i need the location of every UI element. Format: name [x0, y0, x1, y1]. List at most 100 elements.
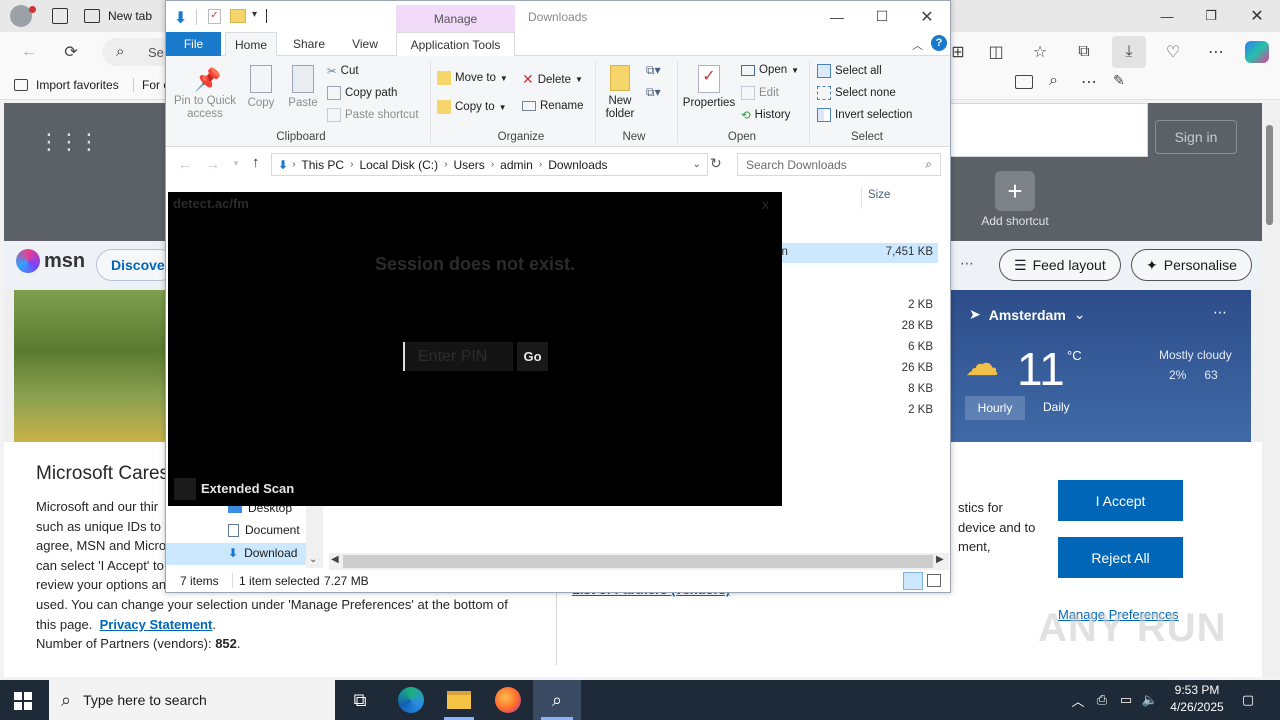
nav-back-icon[interactable]: ←: [178, 156, 192, 172]
move-to-button[interactable]: Move to ▼: [437, 71, 508, 85]
address-breadcrumb[interactable]: ⬇ › This PC › Local Disk (C:) › Users › …: [271, 153, 708, 176]
copy-button[interactable]: Copy: [242, 63, 280, 110]
nav-scroll-down-icon[interactable]: ⌄: [309, 554, 317, 565]
search-app-taskbar-icon[interactable]: ⌕: [534, 680, 580, 720]
easy-access-icon[interactable]: ⧉▾: [646, 85, 661, 100]
tray-overflow-icon[interactable]: ︿: [1066, 680, 1090, 720]
crumb-local-disk[interactable]: Local Disk (C:): [353, 158, 444, 172]
downloads-icon[interactable]: ⤓: [1112, 36, 1146, 68]
help-icon[interactable]: ?: [931, 35, 947, 51]
performance-icon[interactable]: ♡: [1160, 40, 1186, 64]
task-view-icon[interactable]: ⧉: [337, 680, 383, 720]
firefox-taskbar-icon[interactable]: [485, 680, 531, 720]
crumb-downloads[interactable]: Downloads: [542, 158, 613, 172]
explorer-minimize-button[interactable]: —: [814, 1, 860, 32]
app-launcher-icon[interactable]: ⋮⋮⋮: [38, 129, 100, 155]
copy-to-button[interactable]: Copy to ▼: [437, 100, 507, 114]
flyout-search-icon[interactable]: ⌕: [1049, 72, 1058, 90]
tab-share[interactable]: Share: [284, 32, 334, 56]
ribbon-collapse-icon[interactable]: ︿: [912, 37, 923, 53]
tab-application-tools[interactable]: Application Tools: [396, 32, 515, 56]
tab-file[interactable]: File: [166, 32, 221, 56]
qat-dropdown-icon[interactable]: ▾: [252, 9, 257, 20]
paste-button[interactable]: Paste: [284, 63, 322, 110]
explorer-maximize-button[interactable]: ☐: [859, 1, 905, 32]
scroll-left-icon[interactable]: ◀: [331, 554, 339, 565]
crumb-users[interactable]: Users: [447, 158, 490, 172]
new-folder-button[interactable]: New folder: [600, 63, 640, 121]
reject-all-button[interactable]: Reject All: [1058, 537, 1183, 578]
volume-icon[interactable]: 🔈: [1138, 680, 1162, 720]
select-all-button[interactable]: Select all: [817, 64, 882, 78]
tray-device-icon[interactable]: ⎙: [1090, 680, 1114, 720]
pin-input[interactable]: Enter PIN: [403, 342, 513, 371]
discover-button[interactable]: Discover: [96, 249, 176, 281]
cut-button[interactable]: ✂ Cut: [327, 64, 359, 78]
manage-context-tab[interactable]: Manage: [396, 5, 515, 32]
pin-quick-access-button[interactable]: 📌 Pin to Quick access: [174, 63, 236, 121]
feed-more-icon[interactable]: ⋯: [960, 255, 974, 272]
tab-actions-icon[interactable]: [52, 8, 68, 24]
scrollbar-thumb[interactable]: [1266, 125, 1273, 225]
network-icon[interactable]: ▭: [1114, 680, 1138, 720]
more-menu-icon[interactable]: ⋯: [1203, 40, 1229, 64]
details-view-icon[interactable]: [903, 572, 923, 590]
explorer-close-button[interactable]: ✕: [904, 1, 950, 32]
open-button[interactable]: Open ▼: [741, 64, 799, 76]
favorites-star-icon[interactable]: ☆: [1027, 40, 1053, 64]
refresh-path-icon[interactable]: ↻: [710, 155, 722, 172]
hscroll-thumb[interactable]: [343, 555, 933, 568]
paste-shortcut-button[interactable]: Paste shortcut: [327, 108, 419, 122]
invert-selection-button[interactable]: Invert selection: [817, 108, 912, 122]
taskbar-search[interactable]: ⌕ Type here to search: [49, 680, 335, 720]
search-downloads-input[interactable]: Search Downloads ⌕: [737, 153, 941, 176]
favorite-folder[interactable]: For c: [133, 78, 169, 92]
edge-tab-newtab[interactable]: New tab: [84, 2, 152, 30]
page-scrollbar[interactable]: [1262, 103, 1280, 677]
large-icons-view-icon[interactable]: [927, 574, 941, 587]
back-arrow-icon[interactable]: ←: [16, 40, 42, 64]
import-favorites[interactable]: Import favorites: [14, 78, 119, 92]
nav-item-documents[interactable]: Document: [228, 523, 300, 537]
nav-forward-icon[interactable]: →: [206, 156, 220, 172]
edge-minimize-button[interactable]: —: [1144, 0, 1190, 32]
add-shortcut-button[interactable]: +: [995, 171, 1035, 211]
privacy-statement-link[interactable]: Privacy Statement: [100, 617, 213, 632]
properties-qat-icon[interactable]: ✓: [208, 9, 221, 24]
copy-path-button[interactable]: Copy path: [327, 86, 397, 100]
path-dropdown-icon[interactable]: ⌄: [693, 159, 707, 170]
split-screen-icon[interactable]: ◫: [983, 40, 1009, 64]
new-folder-qat-icon[interactable]: [230, 9, 246, 23]
file-explorer-taskbar-icon[interactable]: [436, 680, 482, 720]
overlay-close-button[interactable]: x: [762, 196, 769, 212]
edge-restore-button[interactable]: ❐: [1188, 0, 1234, 32]
tab-daily[interactable]: Daily: [1043, 400, 1070, 414]
refresh-icon[interactable]: ⟳: [58, 40, 84, 64]
flyout-more-icon[interactable]: ⋯: [1081, 72, 1097, 92]
edge-taskbar-icon[interactable]: [388, 680, 434, 720]
crumb-this-pc[interactable]: This PC: [295, 158, 350, 172]
history-button[interactable]: ⟲ History: [741, 108, 790, 122]
edge-close-button[interactable]: ✕: [1234, 0, 1280, 32]
nav-item-downloads[interactable]: ⬇ Download: [228, 546, 297, 560]
sign-in-button[interactable]: Sign in: [1155, 120, 1237, 154]
weather-more-icon[interactable]: ⋯: [1213, 304, 1227, 321]
crumb-admin[interactable]: admin: [494, 158, 539, 172]
scroll-right-icon[interactable]: ▶: [936, 554, 944, 565]
tab-home[interactable]: Home: [225, 32, 277, 56]
taskbar-clock[interactable]: 9:53 PM 4/26/2025: [1162, 682, 1232, 716]
feed-layout-button[interactable]: ☰ Feed layout: [999, 249, 1121, 281]
select-none-button[interactable]: Select none: [817, 86, 896, 100]
copilot-icon[interactable]: [1245, 41, 1269, 63]
go-button[interactable]: Go: [517, 342, 548, 371]
edit-button[interactable]: Edit: [741, 86, 779, 100]
start-button[interactable]: [14, 692, 32, 710]
new-item-icon[interactable]: ⧉▾: [646, 63, 661, 78]
collections-icon[interactable]: ⧉: [1071, 40, 1097, 64]
pin-icon[interactable]: ✎: [1113, 72, 1125, 89]
weather-card[interactable]: ➤ Amsterdam ⌄ ⋯ ☁ 11 °C Mostly cloudy 2%…: [951, 290, 1251, 442]
rename-button[interactable]: Rename: [522, 100, 583, 112]
personalise-button[interactable]: ✦ Personalise: [1131, 249, 1252, 281]
delete-button[interactable]: ✕ Delete ▼: [522, 71, 583, 88]
tab-hourly[interactable]: Hourly: [965, 396, 1025, 420]
